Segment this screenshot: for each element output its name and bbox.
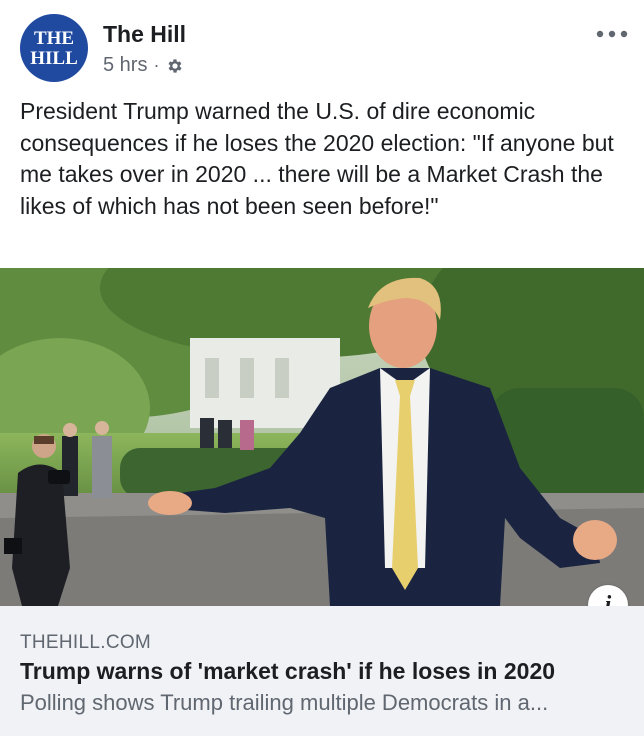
feed-post: THE HILL The Hill 5 hrs · President Trum… bbox=[0, 0, 644, 750]
meta-separator: · bbox=[153, 55, 160, 75]
link-domain: THEHILL.COM bbox=[20, 632, 152, 653]
post-caption: President Trump warned the U.S. of dire … bbox=[20, 98, 614, 219]
avatar-text-line2: HILL bbox=[30, 47, 78, 69]
more-options-button[interactable] bbox=[594, 22, 630, 46]
link-description: Polling shows Trump trailing multiple De… bbox=[20, 690, 549, 715]
more-horizontal-icon bbox=[596, 30, 628, 38]
link-title[interactable]: Trump warns of 'market crash' if he lose… bbox=[20, 658, 555, 685]
post-meta: 5 hrs · bbox=[103, 54, 185, 77]
page-name-link[interactable]: The Hill bbox=[103, 21, 186, 48]
post-bottom-divider bbox=[0, 736, 644, 750]
post-timestamp[interactable]: 5 hrs bbox=[103, 54, 147, 77]
avatar-text-line1: THE bbox=[33, 27, 75, 49]
link-preview-image[interactable] bbox=[0, 268, 644, 606]
link-preview-card[interactable]: THEHILL.COM Trump warns of 'market crash… bbox=[0, 606, 644, 736]
news-photo bbox=[0, 268, 644, 606]
gear-icon bbox=[165, 56, 185, 76]
page-avatar[interactable]: THE HILL bbox=[20, 14, 88, 82]
